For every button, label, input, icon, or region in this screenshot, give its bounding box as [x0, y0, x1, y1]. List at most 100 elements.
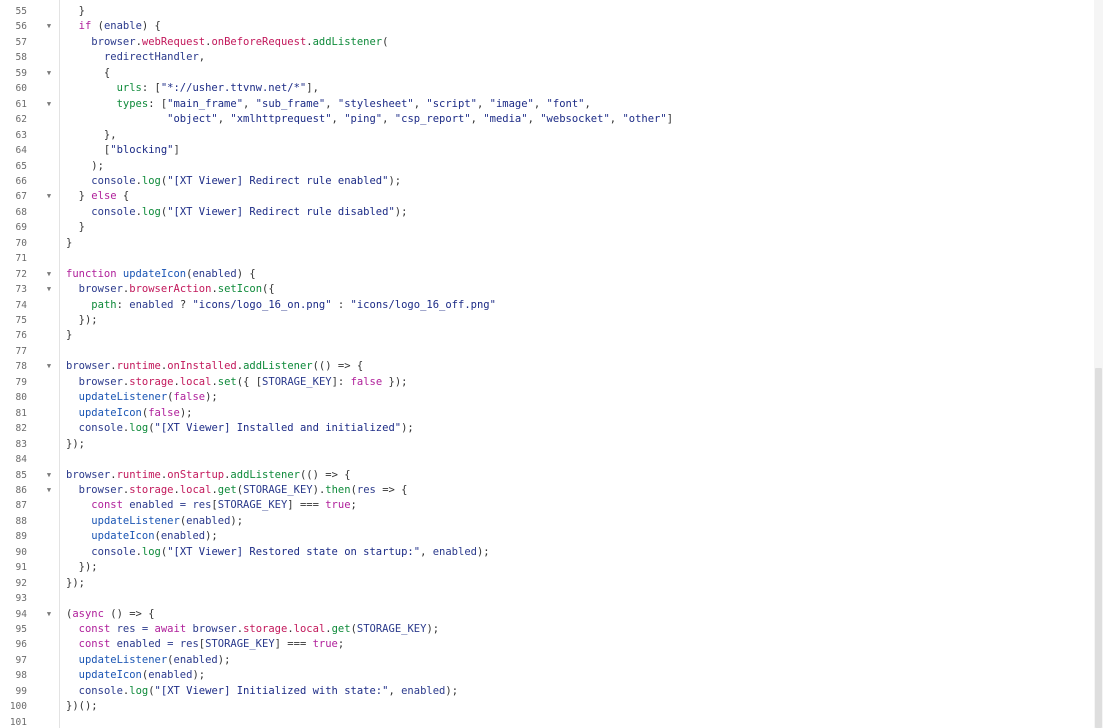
code-line[interactable]: urls: ["*://usher.ttvnw.net/*"], — [66, 81, 319, 96]
line-number: 80 — [15, 392, 27, 404]
gutter-line: 59 ▼ — [0, 66, 59, 81]
code-token: ); — [217, 653, 231, 666]
line-number: 95 — [15, 624, 27, 635]
code-line[interactable]: console.log("[XT Viewer] Redirect rule d… — [66, 205, 407, 220]
chevron-down-icon[interactable]: ▼ — [44, 607, 54, 622]
code-token: webRequest — [141, 35, 206, 48]
line-number-gutter: 55 56 ▼ 57 58 59 ▼ 60 61 ▼ 62 63 64 65 66 67 ▼ 68 69 70 71 72… — [0, 0, 60, 728]
code-token: ); — [205, 530, 218, 543]
code-line[interactable]: browser.runtime.onInstalled.addListener(… — [66, 359, 363, 374]
code-token: ); — [388, 174, 402, 187]
gutter-line: 81 — [0, 406, 59, 421]
chevron-down-icon[interactable]: ▼ — [44, 359, 54, 374]
code-line[interactable]: updateIcon(enabled); — [66, 529, 218, 544]
line-number: 89 — [15, 531, 27, 543]
code-line[interactable]: function updateIcon(enabled) { — [66, 267, 256, 282]
code-token: } — [66, 221, 85, 234]
code-token: set — [217, 375, 237, 388]
code-line[interactable]: "object", "xmlhttprequest", "ping", "csp… — [66, 112, 673, 127]
code-line[interactable]: browser.storage.local.set({ [STORAGE_KEY… — [66, 375, 408, 390]
code-token: , — [470, 113, 484, 126]
code-line[interactable]: updateListener(enabled); — [66, 514, 243, 529]
code-line[interactable]: ); — [66, 159, 104, 174]
code-editor[interactable]: 55 56 ▼ 57 58 59 ▼ 60 61 ▼ 62 63 64 65 66 67 ▼ 68 69 70 71 72… — [0, 0, 1103, 728]
code-token: local — [179, 483, 212, 496]
code-token: => { — [375, 483, 408, 496]
code-token: console — [78, 422, 123, 435]
code-token: console — [91, 174, 136, 187]
code-token: , — [198, 51, 206, 64]
gutter-line: 97 — [0, 653, 59, 668]
line-number: 57 — [15, 36, 27, 48]
code-line[interactable]: browser.browserAction.setIcon({ — [66, 282, 275, 297]
code-token: STORAGE_KEY — [205, 638, 275, 651]
gutter-line: 65 — [0, 159, 59, 174]
code-line[interactable]: } — [66, 220, 85, 235]
code-token: }); — [382, 375, 408, 388]
code-line[interactable]: } else { — [66, 189, 130, 204]
code-line[interactable]: updateIcon(enabled); — [66, 668, 205, 683]
code-line[interactable]: ["blocking"] — [66, 143, 180, 158]
scrollbar-thumb[interactable] — [1095, 368, 1102, 728]
code-line[interactable]: if (enable) { — [66, 19, 161, 34]
code-line[interactable]: browser.webRequest.onBeforeRequest.addLi… — [66, 35, 388, 50]
code-token: console — [78, 684, 123, 697]
line-number: 60 — [15, 83, 27, 95]
chevron-down-icon[interactable]: ▼ — [44, 468, 54, 483]
code-line[interactable]: console.log("[XT Viewer] Installed and i… — [66, 421, 414, 436]
code-token: browserAction — [129, 283, 212, 296]
code-token: addListener — [230, 468, 300, 481]
code-line[interactable]: }); — [66, 437, 85, 452]
code-token: } — [66, 5, 85, 17]
code-line[interactable]: }, — [66, 128, 117, 143]
code-line[interactable]: } — [66, 4, 85, 19]
chevron-down-icon[interactable]: ▼ — [44, 19, 54, 34]
code-line[interactable]: { — [66, 66, 110, 81]
code-line[interactable]: updateIcon(false); — [66, 406, 193, 421]
code-line[interactable]: path: enabled ? "icons/logo_16_on.png" :… — [66, 298, 496, 313]
code-line[interactable]: browser.storage.local.get(STORAGE_KEY).t… — [66, 483, 408, 498]
chevron-down-icon[interactable]: ▼ — [44, 483, 54, 498]
code-line[interactable]: console.log("[XT Viewer] Redirect rule e… — [66, 174, 401, 189]
code-token: "image" — [489, 97, 534, 110]
code-line[interactable]: redirectHandler, — [66, 50, 205, 65]
code-line[interactable]: }); — [66, 576, 85, 591]
code-line[interactable]: })(); — [66, 699, 98, 714]
code-line[interactable]: browser.runtime.onStartup.addListener(()… — [66, 468, 351, 483]
line-number: 96 — [15, 639, 27, 651]
line-number: 91 — [15, 562, 27, 574]
code-line[interactable]: console.log("[XT Viewer] Restored state … — [66, 545, 489, 560]
code-area[interactable]: } if (enable) { browser.webRequest.onBef… — [60, 0, 1094, 728]
code-line[interactable]: } — [66, 328, 72, 343]
code-line[interactable]: (async () => { — [66, 607, 155, 622]
code-token: false — [148, 406, 180, 419]
code-token: "other" — [622, 113, 667, 126]
chevron-down-icon[interactable]: ▼ — [44, 267, 54, 282]
code-line[interactable]: const res = await browser.storage.local.… — [66, 622, 439, 637]
line-number: 84 — [15, 454, 27, 466]
gutter-line: 76 — [0, 328, 59, 343]
chevron-down-icon[interactable]: ▼ — [44, 97, 54, 112]
chevron-down-icon[interactable]: ▼ — [44, 189, 54, 204]
code-line[interactable]: const enabled = res[STORAGE_KEY] === tru… — [66, 498, 357, 513]
code-line[interactable]: }); — [66, 560, 98, 575]
line-number: 79 — [15, 376, 27, 388]
gutter-line: 88 — [0, 514, 59, 529]
code-line[interactable]: updateListener(false); — [66, 390, 218, 405]
line-number: 92 — [15, 577, 27, 589]
code-token: ); — [394, 205, 408, 218]
code-token: else — [91, 190, 117, 203]
code-line[interactable]: console.log("[XT Viewer] Initialized wit… — [66, 684, 458, 699]
code-line[interactable]: types: ["main_frame", "sub_frame", "styl… — [66, 97, 591, 112]
chevron-down-icon[interactable]: ▼ — [44, 282, 54, 297]
code-token: browser — [78, 375, 123, 388]
chevron-down-icon[interactable]: ▼ — [44, 66, 54, 81]
code-line[interactable]: } — [66, 236, 72, 251]
code-line[interactable]: const enabled = res[STORAGE_KEY] === tru… — [66, 637, 345, 652]
code-token: console — [91, 205, 136, 218]
code-line[interactable]: }); — [66, 313, 98, 328]
code-token: ] — [666, 113, 674, 126]
vertical-scrollbar[interactable] — [1094, 0, 1103, 728]
line-number: 88 — [15, 515, 27, 527]
code-line[interactable]: updateListener(enabled); — [66, 653, 231, 668]
